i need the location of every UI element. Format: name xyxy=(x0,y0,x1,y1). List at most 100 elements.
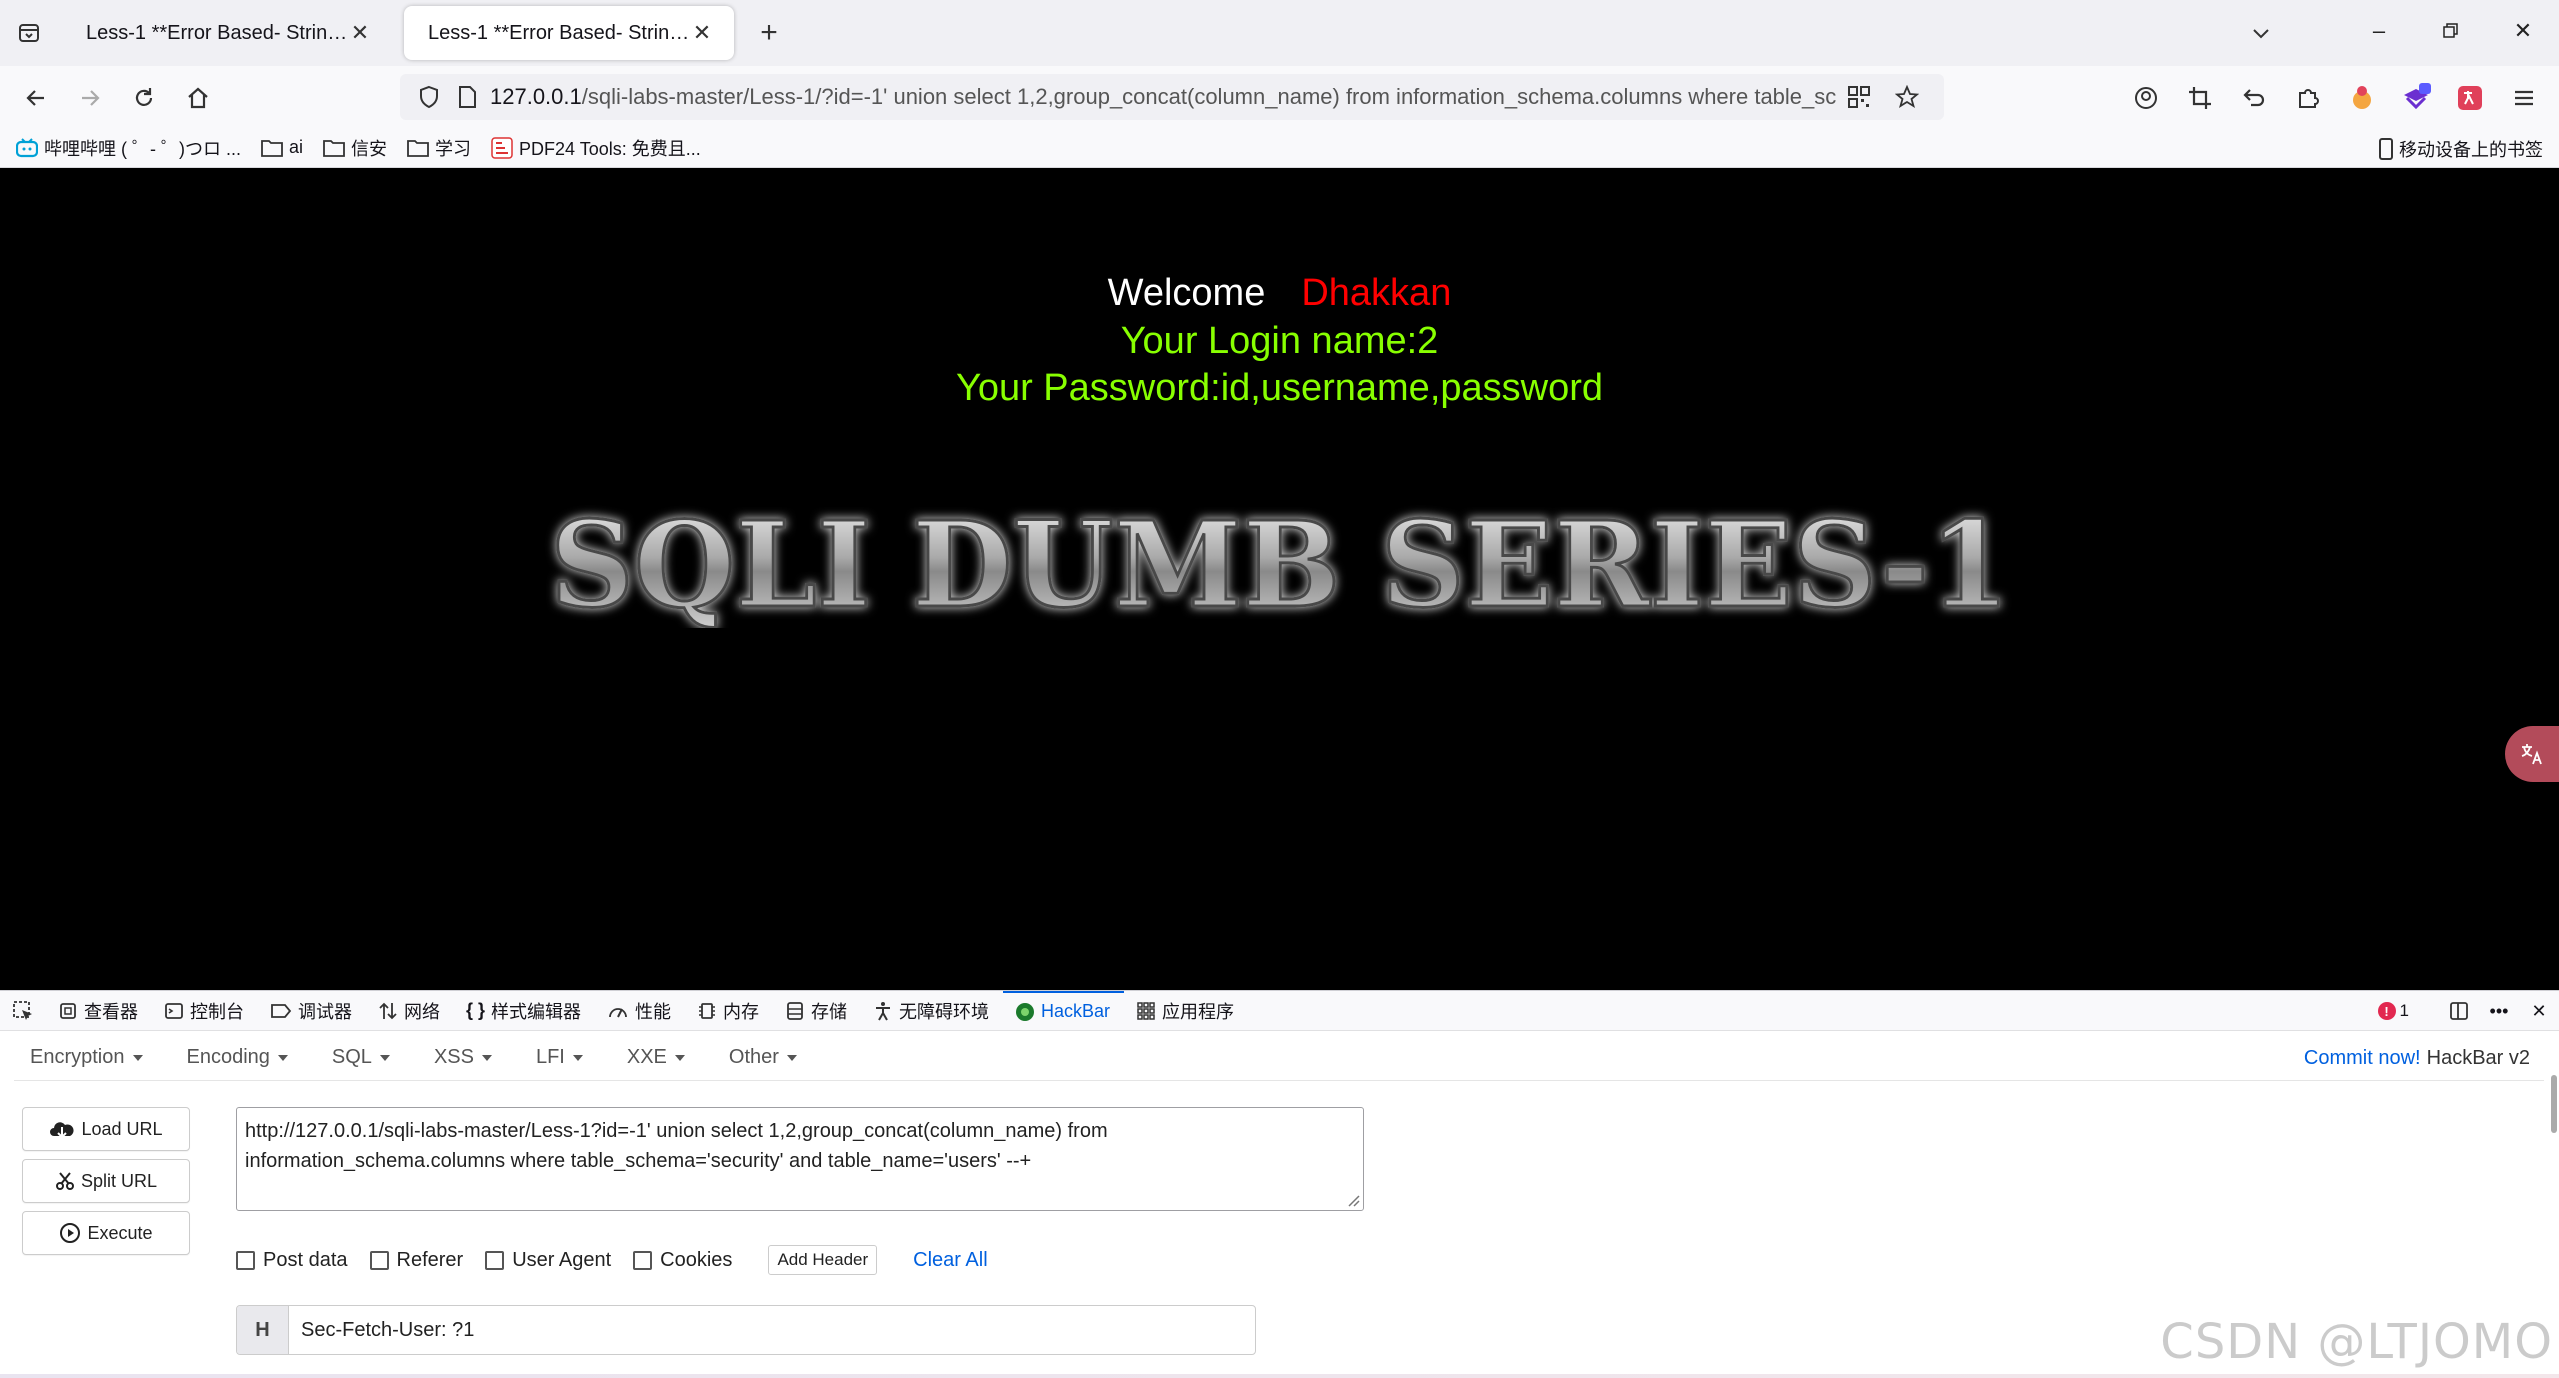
execute-button[interactable]: Execute xyxy=(22,1211,190,1255)
tab-label: 无障碍环境 xyxy=(899,1001,990,1022)
hackbar-extension-icon[interactable] xyxy=(2344,80,2380,116)
error-icon: ! xyxy=(2377,1002,2396,1020)
checkbox-box[interactable] xyxy=(236,1250,255,1270)
menu-lfi[interactable]: LFI xyxy=(520,1046,583,1069)
extensions-icon[interactable] xyxy=(2290,80,2326,116)
devtools-tab-application[interactable]: 应用程序 xyxy=(1124,991,1248,1031)
devtools-tab-performance[interactable]: 性能 xyxy=(595,991,685,1031)
devtools-tab-accessibility[interactable]: 无障碍环境 xyxy=(861,991,1003,1031)
scrollbar-thumb[interactable] xyxy=(2551,1075,2557,1133)
translate-floating-button[interactable] xyxy=(2505,726,2559,782)
caret-down-icon xyxy=(132,1054,143,1061)
translate-extension-icon[interactable] xyxy=(2452,80,2488,116)
cookies-checkbox[interactable]: Cookies xyxy=(633,1249,732,1272)
bookmark-star-icon[interactable] xyxy=(1892,82,1922,112)
reload-icon[interactable] xyxy=(124,78,164,118)
devtools-tab-storage[interactable]: 存储 xyxy=(773,991,861,1031)
caret-down-icon xyxy=(379,1054,390,1061)
tab-label: 查看器 xyxy=(84,1001,138,1022)
clear-all-link[interactable]: Clear All xyxy=(913,1249,987,1272)
hackbar-url-input[interactable]: http://127.0.0.1/sqli-labs-master/Less-1… xyxy=(236,1107,1364,1211)
add-header-button[interactable]: Add Header xyxy=(768,1245,878,1275)
menu-xss[interactable]: XSS xyxy=(418,1046,492,1069)
caret-down-icon xyxy=(786,1054,797,1061)
split-url-button[interactable]: Split URL xyxy=(22,1159,190,1203)
bottom-strip xyxy=(0,1374,2559,1378)
close-tab-icon[interactable]: ✕ xyxy=(690,20,714,45)
chevron-down-icon[interactable] xyxy=(2244,16,2278,50)
welcome-name: Dhakkan xyxy=(1301,272,1452,314)
bookmark-label: 哔哩哔哩 ( ゜- ゜)つロ ... xyxy=(44,138,241,159)
minimize-button[interactable]: – xyxy=(2343,0,2415,62)
navigation-toolbar: 127.0.0.1/sqli-labs-master/Less-1/?id=-1… xyxy=(0,66,2559,128)
tab-label: 应用程序 xyxy=(1162,1001,1235,1022)
close-tab-icon[interactable]: ✕ xyxy=(348,20,372,45)
undo-icon[interactable] xyxy=(2236,80,2272,116)
devtools-tab-debugger[interactable]: 调试器 xyxy=(258,991,366,1031)
scissors-icon xyxy=(55,1172,74,1190)
tab-label: 调试器 xyxy=(298,1001,352,1022)
menu-label: Other xyxy=(728,1046,779,1068)
dock-side-icon[interactable] xyxy=(2439,991,2479,1031)
menu-sql[interactable]: SQL xyxy=(316,1046,390,1069)
menu-xxe[interactable]: XXE xyxy=(611,1046,685,1069)
bookmark-folder-ai[interactable]: ai xyxy=(261,137,303,158)
devtools-tab-inspector[interactable]: 查看器 xyxy=(46,991,152,1031)
pdf24-icon xyxy=(491,136,513,159)
close-devtools-icon[interactable]: ✕ xyxy=(2519,991,2559,1031)
close-window-button[interactable]: ✕ xyxy=(2487,0,2559,62)
url-text[interactable]: 127.0.0.1/sqli-labs-master/Less-1/?id=-1… xyxy=(490,84,1844,110)
screenshot-icon[interactable] xyxy=(2182,80,2218,116)
load-url-button[interactable]: Load URL xyxy=(22,1107,190,1151)
element-picker-icon[interactable] xyxy=(0,991,46,1031)
post-data-checkbox[interactable]: Post data xyxy=(236,1249,348,1272)
devtools-tab-console[interactable]: 控制台 xyxy=(152,991,258,1031)
home-icon[interactable] xyxy=(178,78,218,118)
tab-list-icon[interactable] xyxy=(12,16,46,50)
network-icon xyxy=(379,1002,397,1019)
account-icon[interactable] xyxy=(2128,80,2164,116)
welcome-line: Welcome Dhakkan xyxy=(0,272,2559,315)
more-options-icon[interactable]: ••• xyxy=(2479,991,2519,1031)
checkbox-box[interactable] xyxy=(369,1250,389,1270)
new-tab-button[interactable]: + xyxy=(752,16,786,50)
error-count-badge[interactable]: ! 1 xyxy=(2377,1001,2409,1021)
tab-strip: Less-1 **Error Based- String** ✕ Less-1 … xyxy=(0,0,2559,66)
menu-label: LFI xyxy=(535,1046,565,1068)
devtools-tab-memory[interactable]: 内存 xyxy=(685,991,773,1031)
menu-other[interactable]: Other xyxy=(713,1046,797,1069)
caret-down-icon xyxy=(277,1054,288,1061)
back-icon[interactable] xyxy=(16,78,56,118)
commit-now-link[interactable]: Commit now! xyxy=(2304,1047,2421,1069)
tab-2-active[interactable]: Less-1 **Error Based- String** ✕ xyxy=(404,6,734,60)
bookmark-bilibili[interactable]: 哔哩哔哩 ( ゜- ゜)つロ ... xyxy=(16,135,241,161)
checkbox-box[interactable] xyxy=(485,1250,505,1270)
bookmark-pdf24[interactable]: PDF24 Tools: 免费且... xyxy=(491,135,701,161)
menu-icon[interactable] xyxy=(2506,80,2542,116)
forward-icon[interactable] xyxy=(70,78,110,118)
devtools-tab-style-editor[interactable]: { } 样式编辑器 xyxy=(454,991,595,1031)
user-agent-checkbox[interactable]: User Agent xyxy=(485,1249,611,1272)
resize-grip-icon[interactable] xyxy=(1343,1190,1361,1208)
url-line-2: information_schema.columns where table_s… xyxy=(245,1150,1032,1172)
devtools-tab-hackbar[interactable]: HackBar xyxy=(1003,990,1125,1031)
page-icon[interactable] xyxy=(452,82,482,112)
menu-encoding[interactable]: Encoding xyxy=(171,1046,288,1069)
address-bar[interactable]: 127.0.0.1/sqli-labs-master/Less-1/?id=-1… xyxy=(400,74,1944,120)
shield-icon[interactable] xyxy=(414,82,444,112)
header-value-input[interactable]: Sec-Fetch-User: ?1 xyxy=(289,1306,1255,1354)
restore-button[interactable] xyxy=(2415,0,2487,62)
bookmark-folder-xinan[interactable]: 信安 xyxy=(323,135,387,161)
tab-1[interactable]: Less-1 **Error Based- String** ✕ xyxy=(62,6,392,60)
extension-badge-icon[interactable] xyxy=(2398,80,2434,116)
performance-icon xyxy=(609,1007,627,1017)
qr-code-icon[interactable] xyxy=(1844,82,1874,112)
bookmark-folder-xuexi[interactable]: 学习 xyxy=(407,135,471,161)
devtools-tab-network[interactable]: 网络 xyxy=(366,991,454,1031)
mobile-bookmarks[interactable]: 移动设备上的书签 xyxy=(2379,136,2543,162)
bookmarks-toolbar: 哔哩哔哩 ( ゜- ゜)つロ ... ai 信安 学习 PDF24 Tools:… xyxy=(0,128,2559,168)
button-label: Execute xyxy=(87,1222,153,1243)
referer-checkbox[interactable]: Referer xyxy=(369,1249,463,1272)
menu-encryption[interactable]: Encryption xyxy=(14,1046,143,1069)
checkbox-box[interactable] xyxy=(633,1250,653,1270)
